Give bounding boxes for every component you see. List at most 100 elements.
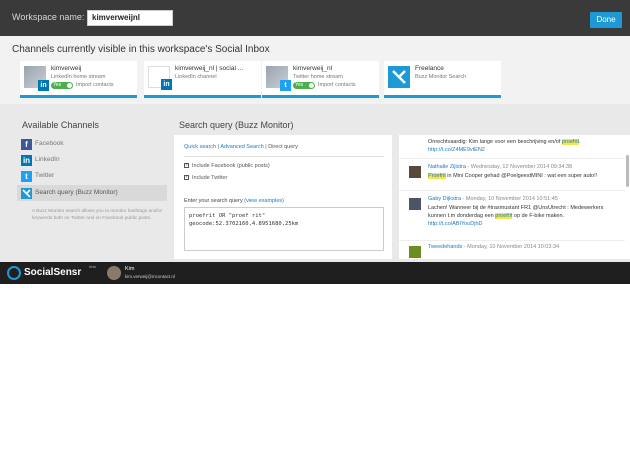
footer-bar: SocialSensr beta Kim kim.verweij@mcontac… xyxy=(0,262,630,284)
tab-separator: | xyxy=(265,144,267,150)
toggle-knob xyxy=(309,83,314,88)
brand-name[interactable]: SocialSensr xyxy=(24,267,81,278)
checkbox-label: Include Facebook (public posts) xyxy=(192,163,270,169)
text-part: . xyxy=(579,139,581,145)
available-item-linkedin[interactable]: in LinkedIn xyxy=(17,152,167,168)
checkbox-label: Include Twitter xyxy=(192,175,228,181)
import-contacts-link[interactable]: Import contacts xyxy=(318,82,356,89)
channel-card-name: kimverweij_nl | social ... xyxy=(175,65,244,72)
tab-advanced-search[interactable]: Advanced Search xyxy=(220,144,263,150)
search-query-form: Quick search | Advanced Search | Direct … xyxy=(174,135,392,259)
channel-card-buzz-monitor[interactable]: Freelance Buzz Monitor Search xyxy=(384,61,501,98)
tab-separator: | xyxy=(217,144,220,150)
feed-item-text: Onrechtvaardig: Kim lange voor een besch… xyxy=(428,138,620,154)
timestamp: - Wednesday, 12 November 2014 09:34:38 xyxy=(465,164,573,170)
timestamp: - Monday, 10 November 2014 10:03:34 xyxy=(462,244,560,250)
feed-scrollbar[interactable] xyxy=(626,155,629,187)
beta-badge: beta xyxy=(89,265,96,269)
channel-card-type: LinkedIn channel xyxy=(175,74,217,80)
available-item-label: Search query (Buzz Monitor) xyxy=(35,189,118,196)
available-item-label: Facebook xyxy=(35,140,64,147)
avatar: t xyxy=(266,66,291,91)
channel-card-linkedin-home[interactable]: in kimverweij LinkedIn home stream Yes I… xyxy=(20,61,137,98)
text-part: in Mini Cooper gehad @PoelgeestMINI : wa… xyxy=(445,173,598,179)
lower-section: Available Channels f Facebook in LinkedI… xyxy=(0,104,630,262)
buzz-monitor-description: A Buzz Monitor search allows you to moni… xyxy=(32,209,163,221)
query-input-label: Enter your search query (view examples) xyxy=(184,198,284,204)
feed-link[interactable]: http://t.co/ABIYouDjhD xyxy=(428,221,483,227)
text-part: Onrechtvaardig: Kim lange voor een besch… xyxy=(428,139,562,145)
visibility-toggle[interactable]: Yes xyxy=(51,82,73,89)
visibility-toggle[interactable]: Yes xyxy=(293,82,315,89)
feed-item: Nathalie Zijlstra - Wednesday, 12 Novemb… xyxy=(399,161,625,191)
feed-item: Onrechtvaardig: Kim lange voor een besch… xyxy=(399,135,625,159)
feed-item-header: Nathalie Zijlstra - Wednesday, 12 Novemb… xyxy=(428,164,572,170)
channel-card-name: kimverweij_nl xyxy=(293,65,333,72)
search-query-textarea[interactable]: proefrit OR "proef rit" geocode:52.37021… xyxy=(184,207,384,251)
user-avatar[interactable] xyxy=(107,266,121,280)
available-item-label: LinkedIn xyxy=(35,156,60,163)
checkbox-icon: ✓ xyxy=(184,162,190,169)
feed-link[interactable]: http://t.co/Z4ME9vtEN2 xyxy=(428,147,485,153)
avatar xyxy=(409,166,421,178)
author-name[interactable]: Gaby Dijkstra xyxy=(428,196,461,202)
available-item-twitter[interactable]: t Twitter xyxy=(17,168,167,184)
available-channels-title: Available Channels xyxy=(22,120,99,130)
avatar xyxy=(409,246,421,258)
toggle-label: Yes xyxy=(53,82,62,88)
channel-card-type: Twitter home stream xyxy=(293,74,343,80)
feed-item-header: Gaby Dijkstra - Monday, 10 November 2014… xyxy=(428,196,558,202)
channel-card-name: Freelance xyxy=(415,65,444,72)
available-item-buzz-monitor[interactable]: Search query (Buzz Monitor) xyxy=(17,185,167,201)
feed-item-header: Tweedehands - Monday, 10 November 2014 1… xyxy=(428,244,559,250)
include-twitter-checkbox[interactable]: ✓ Include Twitter xyxy=(184,175,227,181)
toggle-knob xyxy=(67,83,72,88)
visible-channels-section: Channels currently visible in this works… xyxy=(0,36,630,104)
import-contacts-link[interactable]: Import contacts xyxy=(76,82,114,89)
channel-card-type: LinkedIn home stream xyxy=(51,74,106,80)
results-feed: Onrechtvaardig: Kim lange voor een besch… xyxy=(399,135,630,259)
buzz-monitor-icon xyxy=(21,188,32,199)
user-name[interactable]: Kim xyxy=(125,266,134,272)
highlight-keyword: Proefrit xyxy=(428,173,446,179)
twitter-icon: t xyxy=(21,171,32,182)
buzz-monitor-icon xyxy=(388,66,410,88)
available-item-facebook[interactable]: f Facebook xyxy=(17,136,167,152)
author-name[interactable]: Tweedehands xyxy=(428,244,462,250)
avatar xyxy=(409,198,421,210)
available-item-label: Twitter xyxy=(35,172,55,179)
linkedin-icon: in xyxy=(21,155,32,166)
tab-direct-query[interactable]: Direct query xyxy=(268,144,298,150)
available-channels-panel: Available Channels f Facebook in LinkedI… xyxy=(12,104,167,262)
visible-channels-title: Channels currently visible in this works… xyxy=(12,44,270,55)
feed-item-text: Lachen! Wanneer bij de #trasmustant FR1 … xyxy=(428,204,620,228)
linkedin-icon: in xyxy=(161,79,172,90)
workspace-name-input[interactable]: kimverweijnl xyxy=(87,10,173,26)
avatar: in xyxy=(24,66,49,91)
view-examples-link[interactable]: (view examples) xyxy=(244,198,284,204)
toggle-label: Yes xyxy=(295,82,304,88)
include-facebook-checkbox[interactable]: ✓ Include Facebook (public posts) xyxy=(184,163,270,169)
timestamp: - Monday, 10 November 2014 10:51:45 xyxy=(461,196,558,202)
linkedin-icon: in xyxy=(38,80,49,91)
channel-card-linkedin-channel[interactable]: in kimverweij_nl | social ... LinkedIn c… xyxy=(144,61,261,98)
highlight-keyword: proefrit xyxy=(495,213,513,219)
tab-quick-search[interactable]: Quick search xyxy=(184,144,216,150)
author-name[interactable]: Nathalie Zijlstra xyxy=(428,164,466,170)
query-mode-tabs: Quick search | Advanced Search | Direct … xyxy=(184,144,298,150)
socialsensr-logo-icon xyxy=(7,266,21,280)
channel-card-name: kimverweij xyxy=(51,65,82,72)
enter-query-text: Enter your search query xyxy=(184,198,243,204)
checkbox-icon: ✓ xyxy=(184,174,190,181)
top-bar: Workspace name: kimverweijnl Done xyxy=(0,0,630,36)
feed-item-text: Proefrit in Mini Cooper gehad @Poelgeest… xyxy=(428,172,620,180)
feed-item: Tweedehands - Monday, 10 November 2014 1… xyxy=(399,241,625,259)
search-query-title: Search query (Buzz Monitor) xyxy=(179,120,294,130)
channel-card-type: Buzz Monitor Search xyxy=(415,74,467,80)
channel-card-twitter-home[interactable]: t kimverweij_nl Twitter home stream Yes … xyxy=(262,61,379,98)
done-button[interactable]: Done xyxy=(590,12,622,28)
company-logo: in xyxy=(148,66,172,90)
divider xyxy=(184,156,384,157)
highlight-keyword: proefrit xyxy=(561,139,580,145)
workspace-name-label: Workspace name: xyxy=(12,12,85,22)
